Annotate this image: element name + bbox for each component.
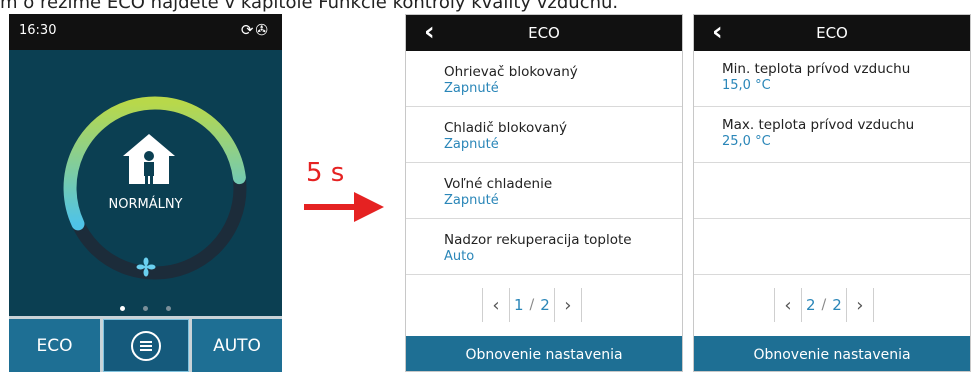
header: ‹ ECO	[406, 15, 682, 51]
page-dot	[120, 306, 125, 311]
setting-row-min-supply-temp[interactable]: Min. teplota prívod vzduchu 15,0 °C	[694, 51, 970, 107]
setting-label: Ohrievač blokovaný	[444, 64, 578, 80]
fan-icon	[136, 257, 156, 277]
page-current: 2	[806, 296, 816, 314]
setting-value: 25,0 °C	[722, 134, 771, 149]
page-total: 2	[540, 296, 550, 314]
page-title: ECO	[816, 24, 848, 42]
setting-row-empty	[694, 219, 970, 275]
eco-settings-page-1: ‹ ECO Ohrievač blokovaný Zapnuté Chladič…	[405, 14, 683, 372]
setting-value: Auto	[444, 249, 475, 264]
eco-button[interactable]: ECO	[9, 319, 100, 372]
pager: ‹ 2 / 2 ›	[774, 287, 874, 323]
setting-value: Zapnuté	[444, 193, 499, 208]
setting-row-free-cooling[interactable]: Voľné chladenie Zapnuté	[406, 163, 682, 219]
caption-text: m o režime ECO nájdete v kapitole Funkci…	[0, 0, 619, 13]
next-page-icon[interactable]: ›	[555, 295, 581, 316]
menu-icon	[131, 330, 161, 361]
page-separator: /	[821, 297, 827, 313]
setting-label: Chladič blokovaný	[444, 120, 568, 136]
page-separator: /	[529, 297, 535, 313]
setting-row-cooler[interactable]: Chladič blokovaný Zapnuté	[406, 107, 682, 163]
menu-button[interactable]	[103, 319, 189, 372]
setting-row-heater[interactable]: Ohrievač blokovaný Zapnuté	[406, 51, 682, 107]
setting-value: Zapnuté	[444, 81, 499, 96]
next-page-icon[interactable]: ›	[847, 295, 873, 316]
setting-label: Max. teplota prívod vzduchu	[722, 117, 915, 133]
header: ‹ ECO	[694, 15, 970, 51]
pager: ‹ 1 / 2 ›	[482, 287, 582, 323]
prev-page-icon[interactable]: ‹	[483, 295, 509, 316]
setting-label: Min. teplota prívod vzduchu	[722, 61, 911, 77]
arrow-right-icon	[304, 192, 384, 222]
home-icon	[123, 134, 175, 184]
setting-label: Nadzor rekuperacija toplote	[444, 232, 632, 248]
prev-page-icon[interactable]: ‹	[775, 295, 801, 316]
setting-value: Zapnuté	[444, 137, 499, 152]
reset-settings-button[interactable]: Obnovenie nastavenia	[406, 336, 682, 371]
mode-bar: ECO AUTO	[9, 316, 282, 372]
eco-settings-page-2: ‹ ECO Min. teplota prívod vzduchu 15,0 °…	[693, 14, 971, 372]
setting-row-empty	[694, 163, 970, 219]
home-screen: 16:30 ⟳✇ NORMÁLNY ECO AUTO	[9, 14, 282, 372]
setting-value: 15,0 °C	[722, 78, 771, 93]
hold-duration-label: 5 s	[306, 158, 345, 188]
setting-row-heat-recovery[interactable]: Nadzor rekuperacija toplote Auto	[406, 219, 682, 275]
auto-button[interactable]: AUTO	[192, 319, 282, 372]
page-current: 1	[514, 296, 524, 314]
page-dot	[143, 306, 148, 311]
setting-row-max-supply-temp[interactable]: Max. teplota prívod vzduchu 25,0 °C	[694, 107, 970, 163]
page-total: 2	[832, 296, 842, 314]
page-indicator	[9, 296, 282, 315]
mode-label: NORMÁLNY	[108, 197, 183, 212]
setting-label: Voľné chladenie	[444, 176, 553, 192]
page-title: ECO	[528, 24, 560, 42]
page-dot	[166, 306, 171, 311]
reset-settings-button[interactable]: Obnovenie nastavenia	[694, 336, 970, 371]
